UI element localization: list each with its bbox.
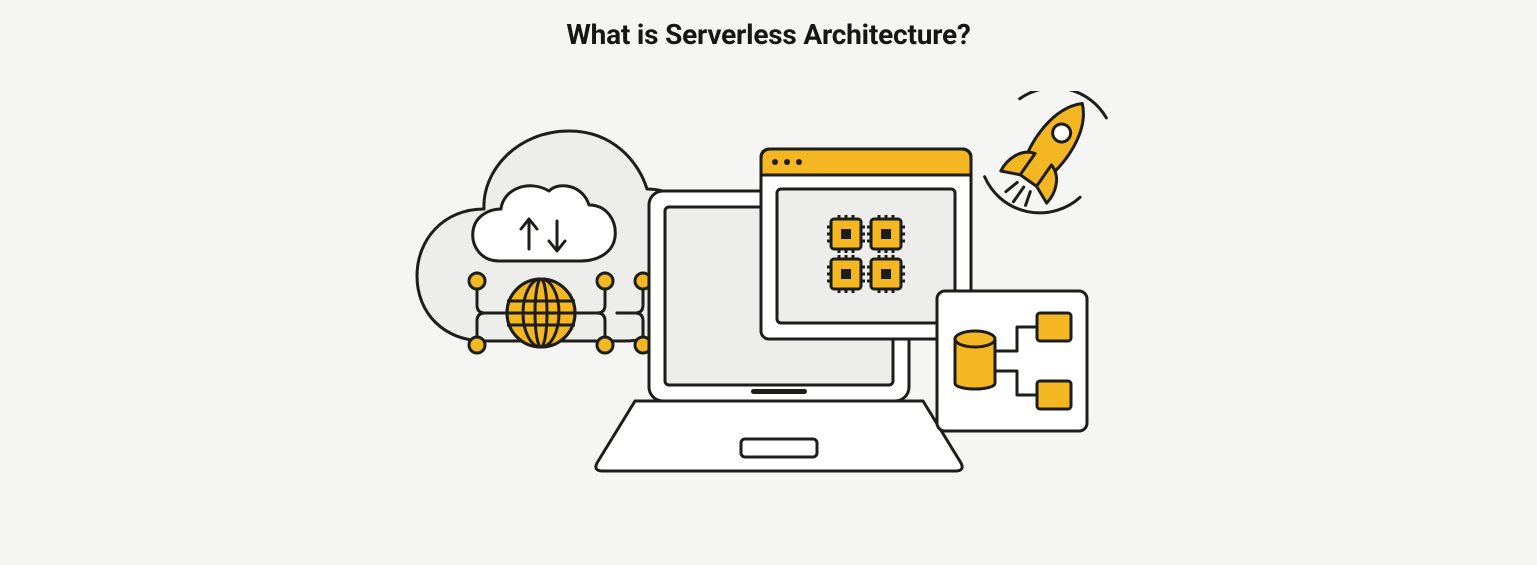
page-title: What is Serverless Architecture?	[566, 18, 970, 51]
diagram-svg	[389, 91, 1149, 511]
rocket-icon	[966, 91, 1129, 236]
database-panel-icon	[937, 291, 1087, 431]
diagram-illustration	[389, 91, 1149, 511]
globe-icon	[507, 279, 575, 347]
